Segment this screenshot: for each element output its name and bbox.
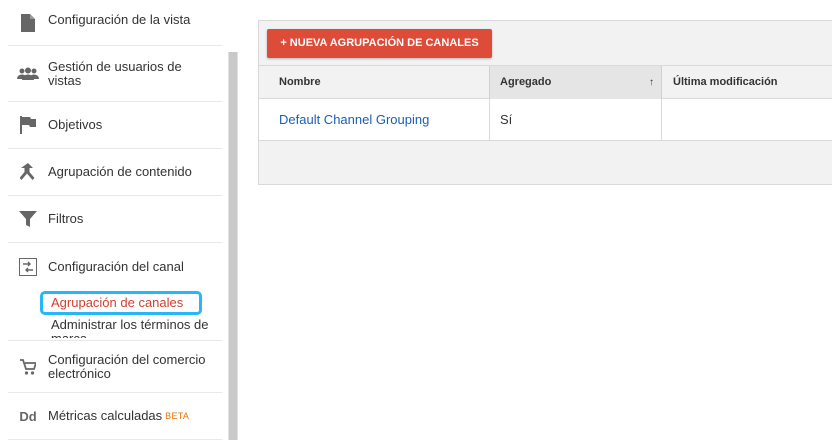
sidebar-item-label: Métricas calculadas	[48, 408, 163, 423]
sidebar-item-label: Filtros	[48, 211, 84, 226]
column-header-nombre[interactable]: Nombre	[259, 66, 489, 99]
sort-ascending-icon: ↑	[649, 77, 654, 88]
sidebar-item-content-grouping[interactable]: Agrupación de contenido	[8, 149, 222, 196]
table-row: Default Channel Grouping Sí	[259, 99, 832, 141]
dd-icon: Dd	[19, 408, 37, 424]
sidebar-item-filters[interactable]: Filtros	[8, 196, 222, 243]
sidebar: Configuración de la vista Gestión de usu…	[0, 0, 238, 440]
sidebar-item-goals[interactable]: Objetivos	[8, 102, 222, 149]
column-header-label: Agregado	[500, 76, 552, 88]
agregado-cell: Sí	[489, 99, 662, 140]
sidebar-item-label: Configuración del canal	[48, 258, 184, 274]
filter-icon	[8, 211, 48, 227]
sidebar-scrollbar-thumb[interactable]	[229, 52, 237, 440]
sidebar-subitem-brand-terms[interactable]: Administrar los términos de marca	[51, 318, 221, 338]
beta-badge: BETA	[165, 411, 190, 421]
channel-grouping-link[interactable]: Default Channel Grouping	[259, 99, 489, 140]
sidebar-item-calculated-metrics[interactable]: Dd Métricas calculadas BETA	[8, 393, 222, 440]
sidebar-item-view-settings[interactable]: Configuración de la vista	[8, 0, 222, 46]
users-icon	[8, 67, 48, 81]
sidebar-item-label: Gestión de usuarios de vistas	[48, 58, 182, 88]
sidebar-subitem-channel-grouping[interactable]: Agrupación de canales	[40, 291, 202, 315]
sidebar-item-user-management[interactable]: Gestión de usuarios de vistas	[8, 46, 222, 102]
column-header-agregado[interactable]: Agregado ↑	[489, 66, 662, 99]
sidebar-item-label: Objetivos	[48, 117, 103, 132]
sidebar-item-label: Agrupación de contenido	[48, 164, 192, 179]
document-icon	[8, 13, 48, 32]
channel-settings-icon	[8, 257, 48, 276]
sidebar-item-label: Configuración de la vista	[48, 11, 191, 27]
cart-icon	[8, 358, 48, 375]
ultima-modificacion-cell	[662, 99, 832, 140]
sidebar-item-label: Configuración del comercio electrónico	[48, 351, 206, 381]
flag-icon	[8, 116, 48, 134]
merge-icon	[8, 163, 48, 181]
sidebar-item-ecommerce-settings[interactable]: Configuración del comercio electrónico	[8, 340, 222, 393]
new-channel-grouping-button[interactable]: + NUEVA AGRUPACIÓN DE CANALES	[267, 29, 492, 58]
table-header: Nombre Agregado ↑ Última modificación	[259, 65, 832, 99]
column-header-ultima-modificacion[interactable]: Última modificación	[662, 66, 832, 99]
sidebar-item-channel-settings[interactable]: Configuración del canal	[8, 243, 222, 290]
